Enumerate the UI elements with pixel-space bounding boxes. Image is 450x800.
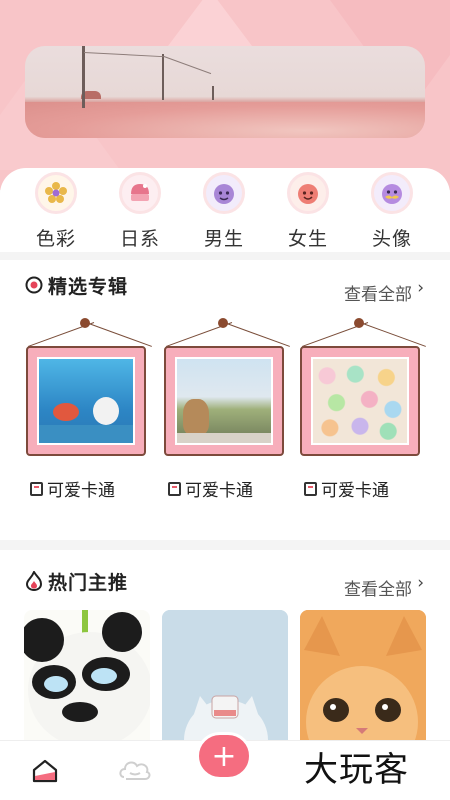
tag-icon [304,481,317,496]
flame-icon [25,569,43,595]
chevron-right-icon[interactable]: › [417,278,424,298]
category-label: 色彩 [35,228,76,250]
album-image-teddy-bear [175,357,273,445]
cloud-face-icon [119,761,151,780]
boy-face-icon [203,172,245,214]
nav-discover[interactable] [110,741,160,800]
category-label: 女生 [287,228,328,250]
chevron-right-icon[interactable]: › [417,573,424,593]
album-label: 可爱卡通 [321,481,389,501]
mustache-face-icon [371,172,413,214]
album-frame [26,346,146,456]
category-avatars[interactable]: 头像 [360,172,424,251]
hot-title: 热门主推 [48,572,129,594]
header-background [0,0,450,190]
album-image-candy-bears [311,357,409,445]
category-girls[interactable]: 女生 [276,172,340,251]
hot-item-orange-kitten[interactable] [300,610,426,750]
album-frame [164,346,284,456]
category-label: 头像 [371,228,412,250]
nail-icon [80,318,90,328]
album-label: 可爱卡通 [185,481,253,501]
banner-image[interactable] [25,46,425,138]
cupcake-icon [119,172,161,214]
home-icon [32,759,58,783]
add-button[interactable]: + [196,732,252,780]
watermark-text: 大玩客 [304,750,409,790]
hot-item-panda[interactable] [24,610,150,750]
album-frame [300,346,420,456]
featured-title: 精选专辑 [48,276,129,298]
nail-icon [218,318,228,328]
featured-see-all-link[interactable]: 查看全部 [344,280,412,305]
category-japanese[interactable]: 日系 [108,172,172,251]
tag-icon [168,481,181,496]
category-boys[interactable]: 男生 [192,172,256,251]
hot-item-white-cat[interactable] [162,610,288,750]
category-colors[interactable]: 色彩 [24,172,88,251]
nav-home[interactable] [20,741,70,800]
tag-icon [30,481,43,496]
nail-icon [354,318,364,328]
category-label: 男生 [203,228,244,250]
album-image-underwater [37,357,135,445]
eye-icon [25,276,43,298]
flower-icon [35,172,77,214]
hot-see-all-link[interactable]: 查看全部 [344,575,412,600]
girl-face-icon [287,172,329,214]
category-label: 日系 [119,228,160,250]
album-label: 可爱卡通 [47,481,115,501]
